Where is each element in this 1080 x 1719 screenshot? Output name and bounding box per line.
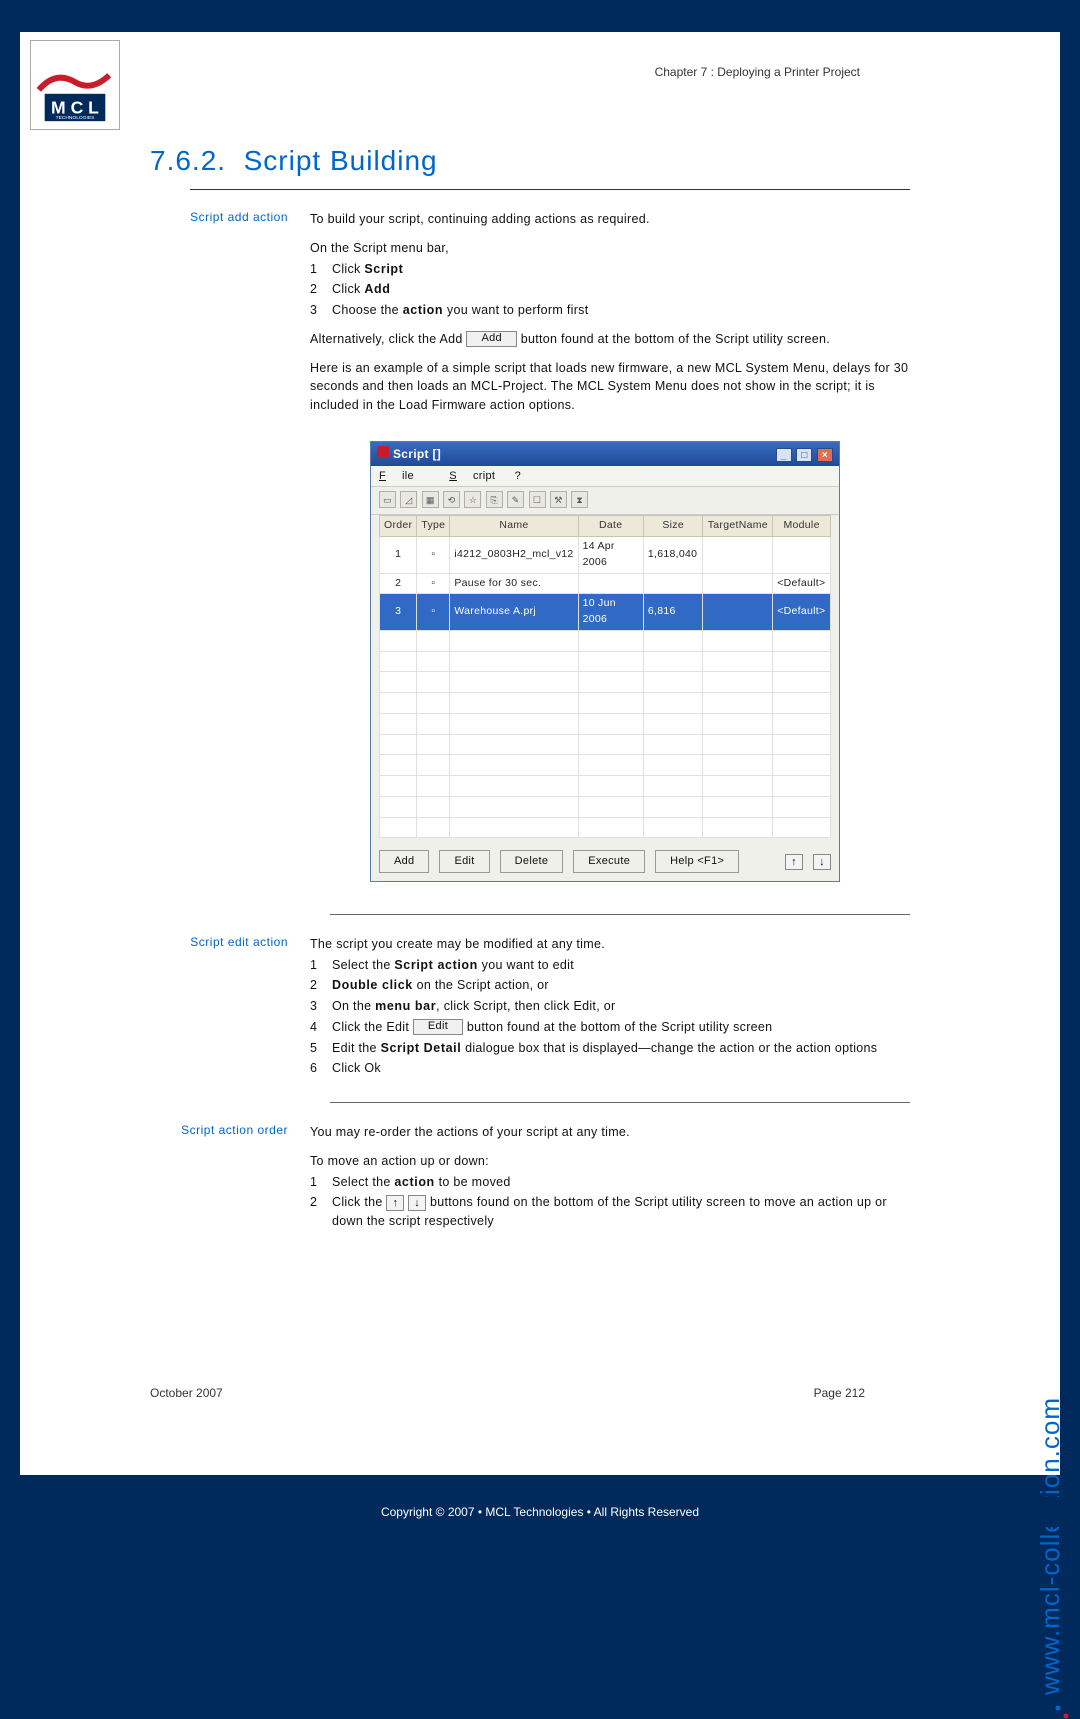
win-add-button[interactable]: Add — [379, 850, 429, 873]
window-toolbar: ▭ ◿ ▦ ⟲ ☆ ⎘ ✎ ☐ ⚒ ⧗ — [371, 487, 839, 515]
table-header[interactable]: Module — [773, 516, 831, 537]
window-menubar: File Script ? — [371, 466, 839, 488]
s3-intro: You may re-order the actions of your scr… — [310, 1123, 910, 1142]
s2-intro: The script you create may be modified at… — [310, 935, 910, 954]
copyright-bar: Copyright © 2007 • MCL Technologies • Al… — [0, 1497, 1080, 1527]
list-item: 2Double click on the Script action, or — [310, 976, 910, 995]
footer-page: Page 212 — [814, 1386, 865, 1400]
side-label-edit: Script edit action — [150, 935, 310, 1080]
table-header[interactable]: Size — [643, 516, 703, 537]
side-url: www.mcl-collection.com — [1035, 1397, 1066, 1719]
up-arrow-icon[interactable]: ↑ — [386, 1195, 404, 1211]
table-row — [380, 796, 831, 817]
page-title: 7.6.2. Script Building — [150, 145, 910, 177]
svg-text:M C L: M C L — [51, 97, 99, 117]
add-button-inline[interactable]: Add — [466, 331, 516, 347]
list-item: 4Click the Edit Edit button found at the… — [310, 1018, 910, 1037]
table-row[interactable]: 1▫i4212_0803H2_mcl_v1214 Apr 20061,618,0… — [380, 537, 831, 574]
toolbar-icon-3[interactable]: ▦ — [422, 491, 439, 508]
s1-example: Here is an example of a simple script th… — [310, 359, 910, 415]
list-item: 5Edit the Script Detail dialogue box tha… — [310, 1039, 910, 1058]
s1-alt: Alternatively, click the Add Add button … — [310, 330, 910, 349]
table-header[interactable]: Name — [450, 516, 578, 537]
s1-menu-intro: On the Script menu bar, — [310, 239, 910, 258]
footer-date: October 2007 — [150, 1386, 223, 1400]
table-header[interactable]: Type — [417, 516, 450, 537]
chapter-label: Chapter 7 : Deploying a Printer Project — [655, 65, 860, 79]
toolbar-icon-7[interactable]: ✎ — [507, 491, 524, 508]
mcl-logo: M C L TECHNOLOGIES — [30, 40, 120, 130]
toolbar-icon-1[interactable]: ▭ — [379, 491, 396, 508]
menu-file[interactable]: File — [379, 470, 430, 482]
table-row — [380, 693, 831, 714]
move-up-button[interactable]: ↑ — [785, 854, 803, 870]
menu-script[interactable]: Script — [449, 470, 495, 482]
table-row[interactable]: 2▫Pause for 30 sec.<Default> — [380, 573, 831, 594]
table-row — [380, 713, 831, 734]
win-edit-button[interactable]: Edit — [439, 850, 489, 873]
script-window: Script [] _ □ × File Script ? ▭ — [370, 441, 840, 882]
list-item: 2Click Add — [310, 280, 910, 299]
table-row — [380, 630, 831, 651]
list-item: 6Click Ok — [310, 1059, 910, 1078]
table-row — [380, 817, 831, 838]
toolbar-icon-9[interactable]: ⚒ — [550, 491, 567, 508]
table-row — [380, 651, 831, 672]
toolbar-icon-10[interactable]: ⧗ — [571, 491, 588, 508]
win-delete-button[interactable]: Delete — [500, 850, 564, 873]
script-table: OrderTypeNameDateSizeTargetNameModule 1▫… — [379, 515, 831, 838]
maximize-icon[interactable]: □ — [796, 448, 812, 462]
table-row — [380, 755, 831, 776]
table-row[interactable]: 3▫Warehouse A.prj10 Jun 20066,816<Defaul… — [380, 594, 831, 631]
close-icon[interactable]: × — [817, 448, 833, 462]
side-label-order: Script action order — [150, 1123, 310, 1233]
toolbar-icon-2[interactable]: ◿ — [400, 491, 417, 508]
s3-sub: To move an action up or down: — [310, 1152, 910, 1171]
s1-intro: To build your script, continuing adding … — [310, 210, 910, 229]
list-item: 2Click the ↑ ↓ buttons found on the bott… — [310, 1193, 910, 1231]
win-execute-button[interactable]: Execute — [573, 850, 645, 873]
list-item: 1Click Script — [310, 260, 910, 279]
toolbar-icon-8[interactable]: ☐ — [529, 491, 546, 508]
list-item: 3On the menu bar, click Script, then cli… — [310, 997, 910, 1016]
minimize-icon[interactable]: _ — [776, 448, 792, 462]
side-label-add: Script add action — [150, 210, 310, 892]
win-help-button[interactable]: Help <F1> — [655, 850, 739, 873]
toolbar-icon-4[interactable]: ⟲ — [443, 491, 460, 508]
list-item: 3Choose the action you want to perform f… — [310, 301, 910, 320]
table-header[interactable]: Date — [578, 516, 643, 537]
list-item: 1Select the action to be moved — [310, 1173, 910, 1192]
table-header[interactable]: Order — [380, 516, 417, 537]
inline-button[interactable]: Edit — [413, 1019, 463, 1035]
menu-help[interactable]: ? — [515, 470, 521, 482]
toolbar-icon-6[interactable]: ⎘ — [486, 491, 503, 508]
move-down-button[interactable]: ↓ — [813, 854, 831, 870]
table-row — [380, 734, 831, 755]
window-titlebar: Script [] _ □ × — [371, 442, 839, 466]
table-header[interactable]: TargetName — [703, 516, 773, 537]
toolbar-icon-5[interactable]: ☆ — [464, 491, 481, 508]
table-row — [380, 776, 831, 797]
svg-text:TECHNOLOGIES: TECHNOLOGIES — [56, 115, 95, 121]
table-row — [380, 672, 831, 693]
list-item: 1Select the Script action you want to ed… — [310, 956, 910, 975]
down-arrow-icon[interactable]: ↓ — [408, 1195, 426, 1211]
